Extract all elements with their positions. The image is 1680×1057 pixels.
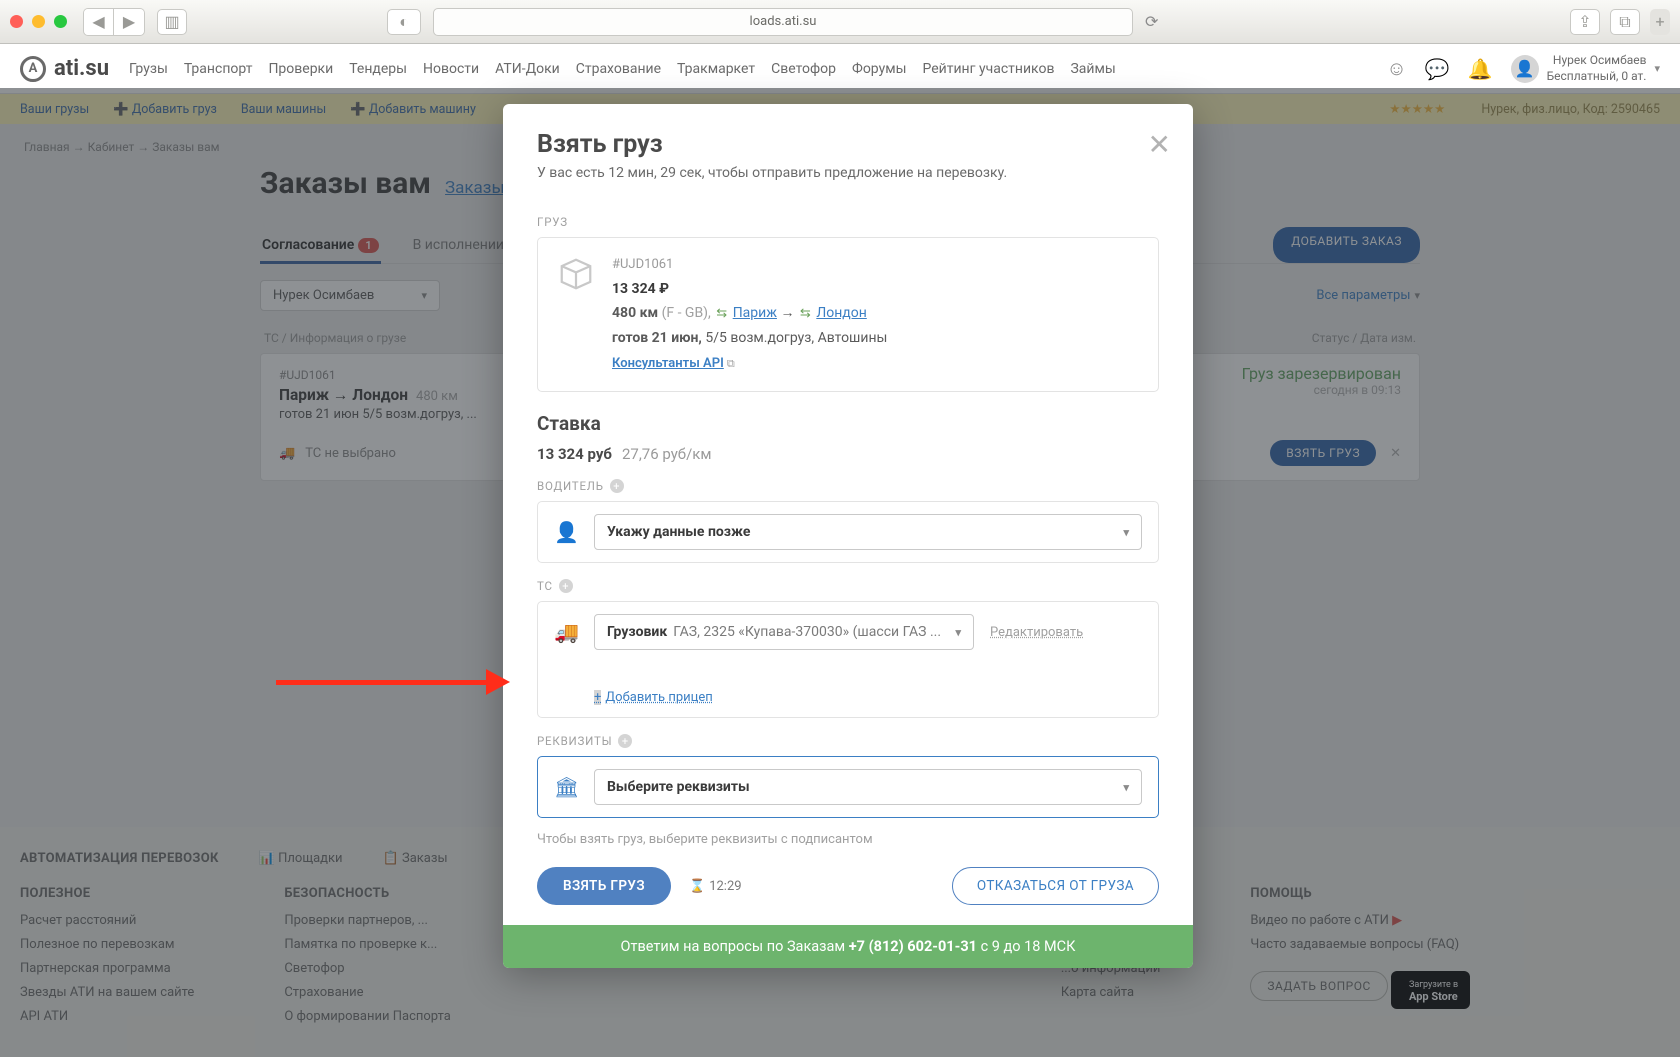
maximize-window-icon[interactable] — [54, 15, 67, 28]
modal-title: Взять груз — [537, 130, 1159, 159]
profile-icon[interactable]: ☺ — [1386, 56, 1406, 81]
section-ts-label: ТС+ — [537, 579, 1159, 593]
person-icon: 👤 — [554, 520, 578, 544]
minimize-window-icon[interactable] — [32, 15, 45, 28]
add-driver-icon[interactable]: + — [610, 479, 624, 493]
external-link-icon: ⧉ — [727, 357, 735, 370]
logo-icon: A — [20, 56, 46, 82]
cargo-ready: готов 21 июн, — [612, 330, 702, 346]
nav-item[interactable]: АТИ-Доки — [495, 61, 560, 77]
nav-item[interactable]: Тракмаркет — [677, 61, 755, 77]
privacy-shield-icon[interactable]: ◐ — [387, 9, 421, 35]
nav-item[interactable]: Займы — [1070, 61, 1115, 77]
new-tab-icon[interactable]: + — [1650, 9, 1670, 35]
truck-icon: 🚚 — [554, 620, 578, 644]
requisites-row: 🏛 Выберите реквизиты▾ — [537, 756, 1159, 818]
site-header: A ati.su Грузы Транспорт Проверки Тендер… — [0, 44, 1680, 94]
bank-icon: 🏛 — [554, 775, 578, 799]
rate-value: 13 324 руб27,76 руб/км — [537, 445, 1159, 463]
nav-item[interactable]: Страхование — [576, 61, 661, 77]
cargo-countries: (F - GB), — [662, 305, 711, 321]
add-trailer-link[interactable]: +Добавить прицеп — [594, 690, 713, 705]
cargo-to-link[interactable]: Лондон — [816, 305, 866, 321]
nav-item[interactable]: Рейтинг участников — [922, 61, 1054, 77]
rate-heading: Ставка — [537, 412, 1159, 435]
annotation-arrow — [276, 669, 510, 695]
back-button[interactable]: ◀ — [84, 9, 114, 35]
requisites-select[interactable]: Выберите реквизиты▾ — [594, 769, 1142, 805]
edit-ts-link[interactable]: Редактировать — [990, 625, 1083, 640]
notifications-icon[interactable]: 🔔 — [1468, 57, 1493, 81]
swap-icon: ⇆ — [800, 306, 811, 321]
hint-text: Чтобы взять груз, выберите реквизиты с п… — [537, 832, 1159, 847]
close-window-icon[interactable] — [10, 15, 23, 28]
nav-item[interactable]: Транспорт — [184, 61, 253, 77]
tabs-icon[interactable]: ⧉ — [1610, 9, 1640, 35]
url-text: loads.ati.su — [750, 14, 817, 29]
nav-item[interactable]: Новости — [423, 61, 479, 77]
swap-icon: ⇆ — [716, 306, 727, 321]
decline-cargo-button[interactable]: ОТКАЗАТЬСЯ ОТ ГРУЗА — [952, 867, 1159, 905]
logo-text: ati.su — [54, 56, 109, 81]
user-menu[interactable]: 👤 Нурек Осимбаев Бесплатный, 0 ат. ▾ — [1511, 53, 1660, 84]
modal-subtitle: У вас есть 12 мин, 29 сек, чтобы отправи… — [537, 165, 1159, 181]
nav-item[interactable]: Проверки — [268, 61, 333, 77]
support-phone-bar: Ответим на вопросы по Заказам +7 (812) 6… — [503, 925, 1193, 968]
ts-select[interactable]: ГрузовикГАЗ, 2325 «Купава-370030» (шасси… — [594, 614, 974, 650]
share-icon[interactable]: ⇪ — [1570, 9, 1600, 35]
cargo-from-link[interactable]: Париж — [733, 305, 777, 321]
add-requisites-icon[interactable]: + — [618, 734, 632, 748]
cargo-id: #UJD1061 — [612, 254, 887, 277]
add-ts-icon[interactable]: + — [559, 579, 573, 593]
cargo-ready-rest: 5/5 возм.догруз, Автошины — [705, 330, 887, 346]
ts-row: 🚚 ГрузовикГАЗ, 2325 «Купава-370030» (шас… — [537, 601, 1159, 718]
forward-button[interactable]: ▶ — [114, 9, 144, 35]
nav-item[interactable]: Форумы — [852, 61, 906, 77]
user-name: Нурек Осимбаев — [1547, 53, 1647, 69]
take-cargo-button[interactable]: ВЗЯТЬ ГРУЗ — [537, 867, 671, 905]
user-plan: Бесплатный, 0 ат. — [1547, 69, 1647, 85]
hourglass-icon: ⌛ — [689, 879, 705, 894]
countdown-timer: ⌛12:29 — [689, 879, 742, 894]
section-requisites-label: РЕКВИЗИТЫ+ — [537, 734, 1159, 748]
nav-item[interactable]: Тендеры — [349, 61, 407, 77]
window-controls — [10, 15, 67, 28]
nav-back-forward: ◀ ▶ — [83, 8, 145, 36]
driver-select[interactable]: Укажу данные позже▾ — [594, 514, 1142, 550]
logo[interactable]: A ati.su — [20, 56, 109, 82]
cargo-summary-card: #UJD1061 13 324 ₽ 480 км (F - GB), ⇆ Пар… — [537, 237, 1159, 392]
chat-icon[interactable]: 💬 — [1425, 57, 1450, 81]
sidebar-toggle-icon[interactable]: ▥ — [157, 9, 187, 35]
take-cargo-modal: Взять груз У вас есть 12 мин, 29 сек, чт… — [503, 104, 1193, 968]
driver-row: 👤 Укажу данные позже▾ — [537, 501, 1159, 563]
nav-item[interactable]: Светофор — [771, 61, 836, 77]
cargo-price: 13 324 ₽ — [612, 277, 887, 302]
top-nav: Грузы Транспорт Проверки Тендеры Новости… — [129, 61, 1116, 77]
nav-item[interactable]: Грузы — [129, 61, 168, 77]
chevron-down-icon: ▾ — [1654, 62, 1660, 75]
browser-toolbar: ◀ ▶ ▥ ◐ loads.ati.su ⟳ ⇪ ⧉ + — [0, 0, 1680, 44]
box-icon — [556, 254, 596, 294]
cargo-distance: 480 км — [612, 305, 658, 321]
address-bar[interactable]: loads.ati.su — [433, 8, 1133, 36]
consultants-link[interactable]: Консультанты API — [612, 356, 724, 371]
close-icon[interactable]: ✕ — [1148, 128, 1171, 161]
avatar-icon: 👤 — [1511, 55, 1539, 83]
section-driver-label: ВОДИТЕЛЬ+ — [537, 479, 1159, 493]
section-cargo-label: ГРУЗ — [537, 215, 1159, 229]
refresh-icon[interactable]: ⟳ — [1145, 12, 1158, 31]
